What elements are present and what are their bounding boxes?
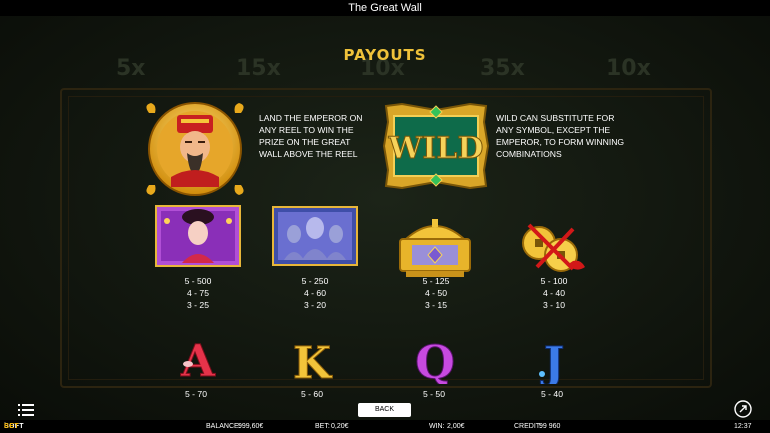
letter-j-glyph: J	[540, 338, 565, 384]
letter-q-icon: Q	[414, 335, 455, 385]
payout-line: 5 - 100	[540, 276, 568, 286]
payout-line: 5 - 125	[422, 276, 450, 286]
balance-value: 999,60€	[238, 423, 264, 430]
letter-a-icon: A	[179, 336, 216, 383]
letter-a-glyph: A	[180, 336, 216, 382]
payout-line: 3 - 20	[304, 300, 326, 310]
window-title: The Great Wall	[348, 2, 422, 14]
payout-lines: 5 - 125 4 - 50 3 - 15	[396, 275, 476, 311]
treasure-chest-icon	[399, 219, 471, 277]
window-title-bar: The Great Wall	[0, 0, 770, 16]
payouts-heading: PAYOUTS	[343, 46, 427, 64]
gold-coins-icon	[522, 223, 585, 272]
payout-line: 5 - 250	[301, 276, 329, 286]
credit-label: CREDIT:	[514, 423, 542, 430]
payout-line: 5 - 40	[541, 389, 563, 399]
payout-line: 4 - 75	[187, 288, 209, 298]
payout-line: 5 - 70	[185, 389, 207, 399]
letter-k-icon: K	[292, 338, 333, 385]
payout-line: 3 - 15	[425, 300, 447, 310]
win-label: WIN:	[429, 423, 445, 430]
terracotta-warriors-icon	[272, 206, 358, 266]
balance-label: BALANCE:	[206, 423, 241, 430]
back-button[interactable]: BACK	[358, 403, 411, 417]
wild-label: WILD	[388, 131, 484, 166]
emperor-icon	[146, 102, 244, 196]
paytable-screen: 5x 15x 10x 35x 10x PAYOUTS LAND THE EMPE…	[0, 16, 770, 420]
letter-q-glyph: Q	[415, 335, 455, 384]
bet-value: 0,20€	[331, 423, 349, 430]
status-bar: i SOFT BET BALANCE: 999,60€ BET: 0,20€ WIN…	[0, 420, 770, 433]
win-value: 2,00€	[447, 423, 465, 430]
payout-lines: 5 - 250 4 - 60 3 - 20	[275, 275, 355, 311]
credit-value: 99 960	[539, 423, 561, 430]
payout-line: 5 - 50	[423, 389, 445, 399]
payout-line: 3 - 10	[543, 300, 565, 310]
payout-lines: 5 - 100 4 - 40 3 - 10	[514, 275, 594, 311]
wild-description: WILD CAN SUBSTITUTE FOR ANY SYMBOL, EXCE…	[496, 113, 625, 159]
clock: 12:37	[734, 423, 752, 430]
letter-j-icon: J	[539, 338, 565, 384]
payout-line: 4 - 50	[425, 288, 447, 298]
payout-line: 3 - 25	[187, 300, 209, 310]
hamburger-menu-icon[interactable]	[17, 402, 35, 418]
letter-k-glyph: K	[293, 338, 333, 384]
payout-lines: 5 - 500 4 - 75 3 - 25	[158, 275, 238, 311]
wild-symbol-icon: WILD	[382, 102, 490, 190]
payout-line: 5 - 500	[184, 276, 212, 286]
empress-icon	[155, 205, 241, 267]
payout-line: 4 - 60	[304, 288, 326, 298]
emperor-description: LAND THE EMPEROR ON ANY REEL TO WIN THE …	[259, 113, 363, 159]
fullscreen-icon[interactable]	[734, 400, 752, 418]
bet-label: BET:	[315, 423, 330, 430]
payout-line: 5 - 60	[301, 389, 323, 399]
payout-line: 4 - 40	[543, 288, 565, 298]
